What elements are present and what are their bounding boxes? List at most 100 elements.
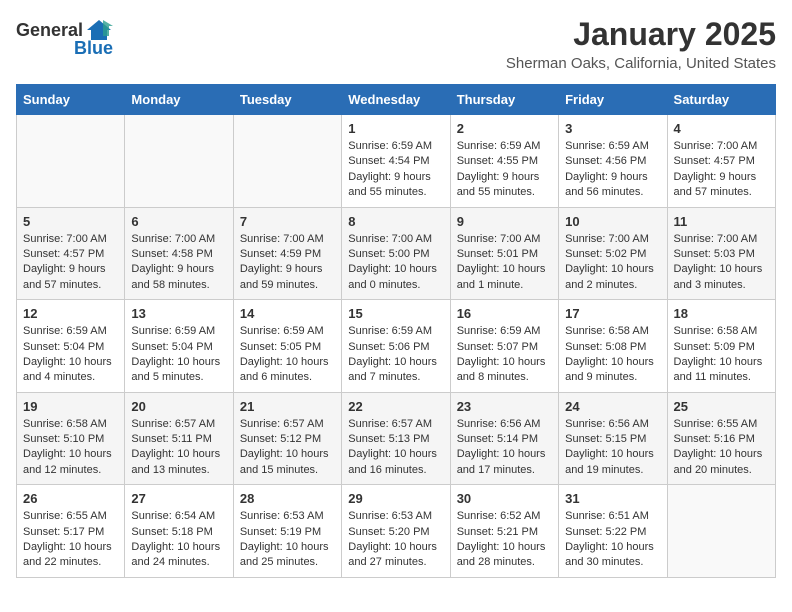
day-info: Sunrise: 7:00 AMSunset: 5:03 PMDaylight:…: [674, 232, 769, 294]
logo: General Blue: [16, 16, 113, 59]
calendar-day-cell: 22 Sunrise: 6:57 AMSunset: 5:13 PMDayligh…: [342, 392, 450, 485]
day-number: 30: [457, 491, 552, 506]
day-number: 28: [240, 491, 335, 506]
logo-blue: Blue: [74, 38, 113, 59]
calendar-day-cell: 13 Sunrise: 6:59 AMSunset: 5:04 PMDayligh…: [125, 300, 233, 393]
day-number: 14: [240, 306, 335, 321]
calendar-day-cell: 27 Sunrise: 6:54 AMSunset: 5:18 PMDayligh…: [125, 485, 233, 578]
day-info: Sunrise: 6:58 AMSunset: 5:08 PMDaylight:…: [565, 324, 660, 386]
col-friday: Friday: [559, 85, 667, 115]
day-number: 19: [23, 399, 118, 414]
day-number: 5: [23, 214, 118, 229]
calendar-day-cell: 25 Sunrise: 6:55 AMSunset: 5:16 PMDayligh…: [667, 392, 775, 485]
day-number: 1: [348, 121, 443, 136]
col-saturday: Saturday: [667, 85, 775, 115]
calendar-day-cell: 15 Sunrise: 6:59 AMSunset: 5:06 PMDayligh…: [342, 300, 450, 393]
calendar-day-cell: 12Sunrise: 6:59 AMSunset: 5:04 PMDayligh…: [17, 300, 125, 393]
calendar-day-cell: [233, 115, 341, 208]
calendar-day-cell: 17 Sunrise: 6:58 AMSunset: 5:08 PMDayligh…: [559, 300, 667, 393]
day-info: Sunrise: 6:59 AMSunset: 5:05 PMDaylight:…: [240, 324, 335, 386]
day-number: 2: [457, 121, 552, 136]
day-number: 21: [240, 399, 335, 414]
col-thursday: Thursday: [450, 85, 558, 115]
day-info: Sunrise: 6:59 AMSunset: 4:56 PMDaylight:…: [565, 139, 660, 201]
day-info: Sunrise: 6:57 AMSunset: 5:12 PMDaylight:…: [240, 417, 335, 479]
day-info: Sunrise: 7:00 AMSunset: 5:01 PMDaylight:…: [457, 232, 552, 294]
day-info: Sunrise: 7:00 AMSunset: 5:00 PMDaylight:…: [348, 232, 443, 294]
day-info: Sunrise: 6:57 AMSunset: 5:13 PMDaylight:…: [348, 417, 443, 479]
day-info: Sunrise: 6:53 AMSunset: 5:19 PMDaylight:…: [240, 509, 335, 571]
day-number: 8: [348, 214, 443, 229]
calendar-day-cell: 23 Sunrise: 6:56 AMSunset: 5:14 PMDayligh…: [450, 392, 558, 485]
day-number: 18: [674, 306, 769, 321]
day-number: 3: [565, 121, 660, 136]
calendar-day-cell: 4 Sunrise: 7:00 AMSunset: 4:57 PMDaylight…: [667, 115, 775, 208]
day-info: Sunrise: 6:56 AMSunset: 5:14 PMDaylight:…: [457, 417, 552, 479]
day-info: Sunrise: 6:53 AMSunset: 5:20 PMDaylight:…: [348, 509, 443, 571]
calendar-day-cell: [17, 115, 125, 208]
day-number: 27: [131, 491, 226, 506]
day-info: Sunrise: 6:52 AMSunset: 5:21 PMDaylight:…: [457, 509, 552, 571]
calendar-week-row: 12Sunrise: 6:59 AMSunset: 5:04 PMDayligh…: [17, 300, 776, 393]
day-number: 15: [348, 306, 443, 321]
day-number: 24: [565, 399, 660, 414]
calendar-day-cell: 29Sunrise: 6:53 AMSunset: 5:20 PMDayligh…: [342, 485, 450, 578]
day-number: 31: [565, 491, 660, 506]
day-number: 25: [674, 399, 769, 414]
day-info: Sunrise: 6:59 AMSunset: 5:07 PMDaylight:…: [457, 324, 552, 386]
calendar-week-row: 26 Sunrise: 6:55 AMSunset: 5:17 PMDayligh…: [17, 485, 776, 578]
calendar-day-cell: 9 Sunrise: 7:00 AMSunset: 5:01 PMDaylight…: [450, 207, 558, 300]
title-block: January 2025 Sherman Oaks, California, U…: [506, 16, 776, 72]
day-number: 13: [131, 306, 226, 321]
calendar-title: January 2025: [506, 16, 776, 53]
calendar-day-cell: 18 Sunrise: 6:58 AMSunset: 5:09 PMDayligh…: [667, 300, 775, 393]
day-info: Sunrise: 6:55 AMSunset: 5:16 PMDaylight:…: [674, 417, 769, 479]
col-wednesday: Wednesday: [342, 85, 450, 115]
calendar-table: Sunday Monday Tuesday Wednesday Thursday…: [16, 84, 776, 578]
day-number: 20: [131, 399, 226, 414]
col-tuesday: Tuesday: [233, 85, 341, 115]
calendar-day-cell: 28 Sunrise: 6:53 AMSunset: 5:19 PMDayligh…: [233, 485, 341, 578]
day-info: Sunrise: 7:00 AMSunset: 4:57 PMDaylight:…: [674, 139, 769, 201]
calendar-day-cell: 20Sunrise: 6:57 AMSunset: 5:11 PMDayligh…: [125, 392, 233, 485]
calendar-day-cell: 7 Sunrise: 7:00 AMSunset: 4:59 PMDaylight…: [233, 207, 341, 300]
day-number: 11: [674, 214, 769, 229]
day-number: 4: [674, 121, 769, 136]
calendar-subtitle: Sherman Oaks, California, United States: [506, 55, 776, 72]
calendar-day-cell: 30 Sunrise: 6:52 AMSunset: 5:21 PMDayligh…: [450, 485, 558, 578]
day-number: 23: [457, 399, 552, 414]
day-info: Sunrise: 7:00 AMSunset: 4:59 PMDaylight:…: [240, 232, 335, 294]
day-number: 22: [348, 399, 443, 414]
day-info: Sunrise: 6:59 AMSunset: 4:55 PMDaylight:…: [457, 139, 552, 201]
day-info: Sunrise: 6:59 AMSunset: 4:54 PMDaylight:…: [348, 139, 443, 201]
day-number: 26: [23, 491, 118, 506]
page-header: General Blue January 2025 Sherman Oaks, …: [16, 16, 776, 72]
day-number: 16: [457, 306, 552, 321]
calendar-day-cell: 2 Sunrise: 6:59 AMSunset: 4:55 PMDaylight…: [450, 115, 558, 208]
calendar-day-cell: 1 Sunrise: 6:59 AMSunset: 4:54 PMDaylight…: [342, 115, 450, 208]
calendar-day-cell: 3 Sunrise: 6:59 AMSunset: 4:56 PMDaylight…: [559, 115, 667, 208]
day-info: Sunrise: 6:54 AMSunset: 5:18 PMDaylight:…: [131, 509, 226, 571]
day-info: Sunrise: 6:58 AMSunset: 5:10 PMDaylight:…: [23, 417, 118, 479]
calendar-day-cell: 11 Sunrise: 7:00 AMSunset: 5:03 PMDayligh…: [667, 207, 775, 300]
day-number: 10: [565, 214, 660, 229]
day-info: Sunrise: 6:59 AMSunset: 5:04 PMDaylight:…: [23, 324, 118, 386]
day-info: Sunrise: 6:59 AMSunset: 5:06 PMDaylight:…: [348, 324, 443, 386]
day-info: Sunrise: 6:51 AMSunset: 5:22 PMDaylight:…: [565, 509, 660, 571]
calendar-day-cell: 19 Sunrise: 6:58 AMSunset: 5:10 PMDayligh…: [17, 392, 125, 485]
day-info: Sunrise: 6:55 AMSunset: 5:17 PMDaylight:…: [23, 509, 118, 571]
day-number: 17: [565, 306, 660, 321]
day-info: Sunrise: 7:00 AMSunset: 4:58 PMDaylight:…: [131, 232, 226, 294]
col-monday: Monday: [125, 85, 233, 115]
calendar-day-cell: [125, 115, 233, 208]
day-number: 7: [240, 214, 335, 229]
day-number: 6: [131, 214, 226, 229]
day-info: Sunrise: 6:58 AMSunset: 5:09 PMDaylight:…: [674, 324, 769, 386]
calendar-day-cell: 10Sunrise: 7:00 AMSunset: 5:02 PMDayligh…: [559, 207, 667, 300]
calendar-day-cell: 8 Sunrise: 7:00 AMSunset: 5:00 PMDaylight…: [342, 207, 450, 300]
logo-general: General: [16, 20, 83, 41]
calendar-day-cell: 16 Sunrise: 6:59 AMSunset: 5:07 PMDayligh…: [450, 300, 558, 393]
day-number: 9: [457, 214, 552, 229]
day-info: Sunrise: 6:59 AMSunset: 5:04 PMDaylight:…: [131, 324, 226, 386]
calendar-day-cell: 31 Sunrise: 6:51 AMSunset: 5:22 PMDayligh…: [559, 485, 667, 578]
